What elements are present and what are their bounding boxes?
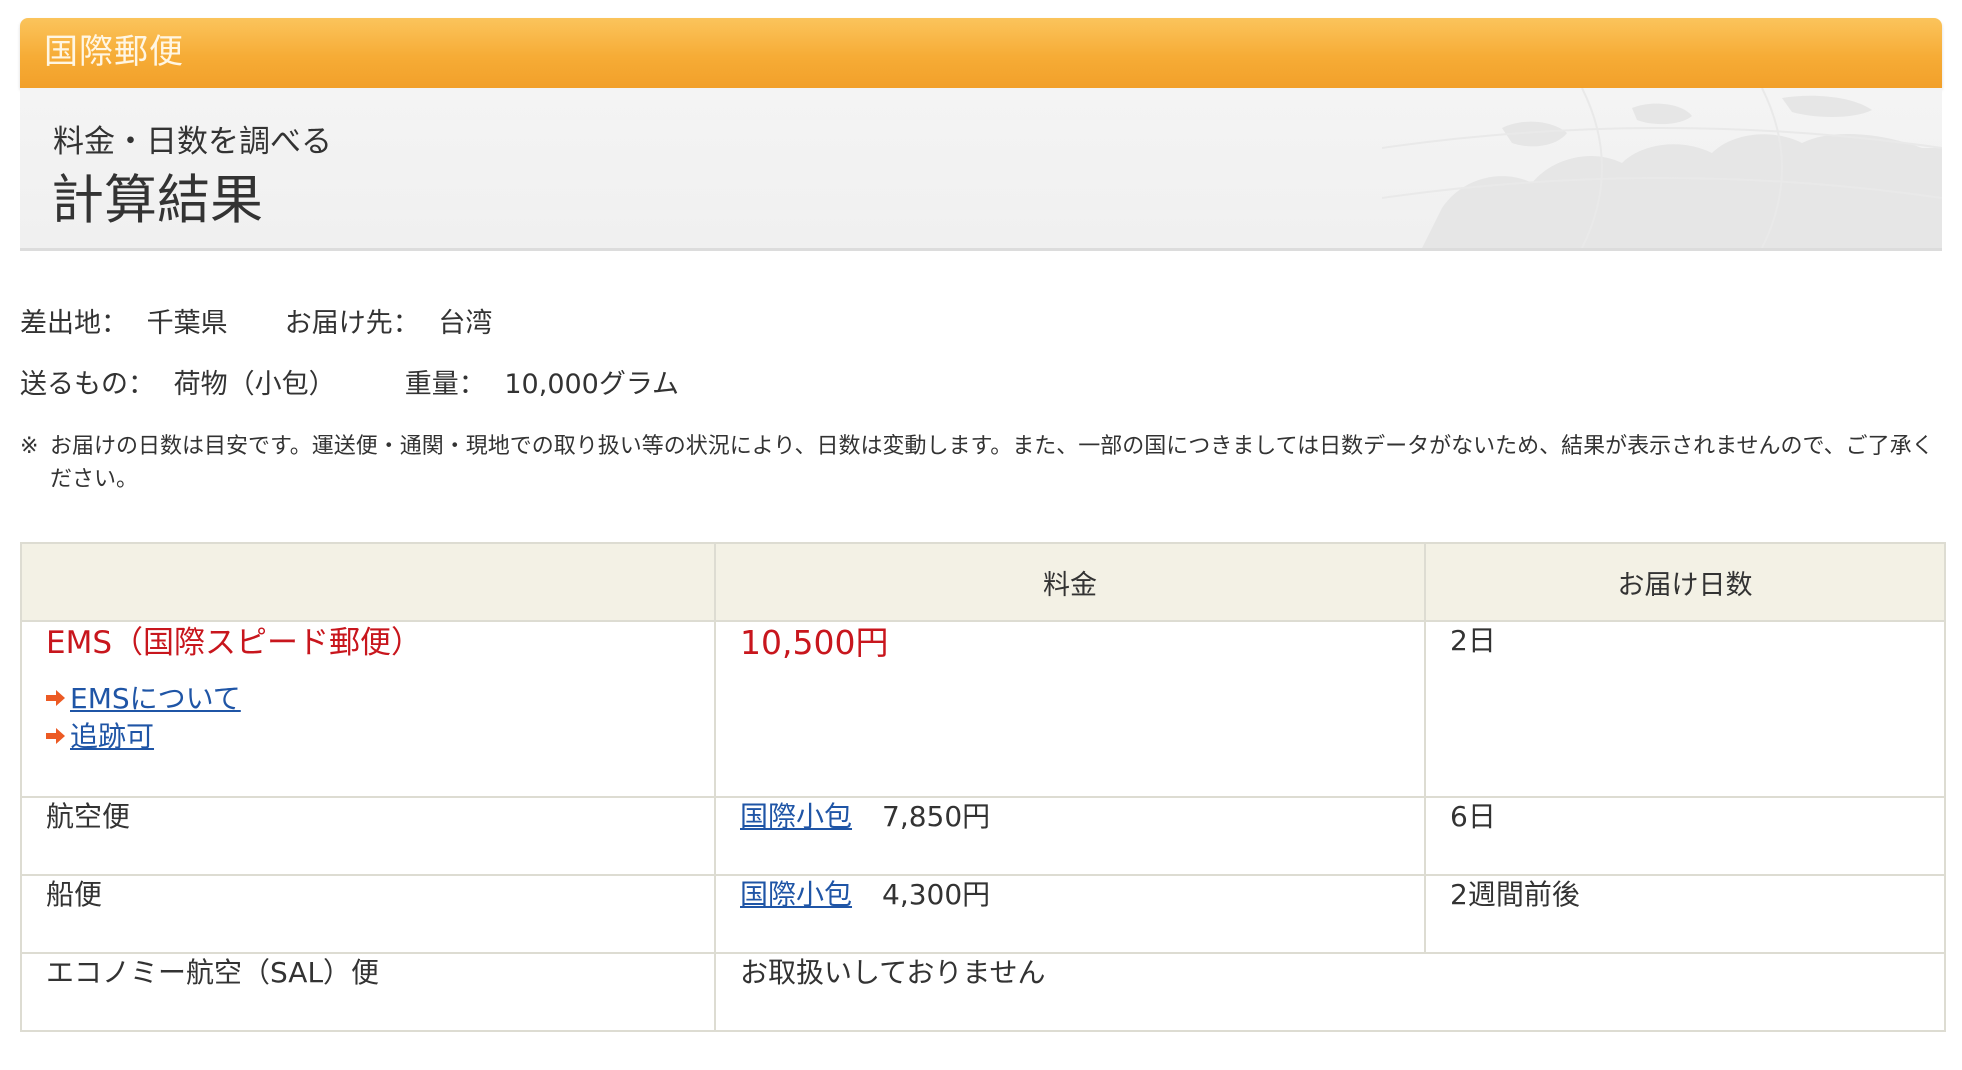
ems-fee-cell: 10,500円 (714, 620, 1426, 798)
table-row-airmail: 航空便 国際小包 7,850円 6日 (20, 796, 1946, 876)
destination-label: お届け先： (284, 308, 420, 339)
world-map-icon (1382, 88, 1942, 248)
ems-service-name: EMS（国際スピード郵便） (46, 625, 423, 661)
table-row-sal: エコノミー航空（SAL）便 お取扱いしておりません (20, 952, 1946, 1032)
ems-about-link[interactable]: EMSについて (70, 682, 241, 715)
item-value: 荷物（小包） (173, 369, 336, 400)
airmail-fee: 7,850円 (882, 800, 991, 833)
sal-service: エコノミー航空（SAL）便 (20, 952, 716, 1032)
section-title: 国際郵便 (44, 32, 184, 72)
notice-text: お届けの日数は目安です。運送便・通関・現地での取り扱い等の状況により、日数は変動… (50, 434, 1934, 492)
table-header-row: 料金 お届け日数 (20, 542, 1946, 622)
title-panel: 料金・日数を調べる 計算結果 (20, 88, 1942, 251)
origin-label: 差出地： (20, 308, 128, 339)
table-row-surface: 船便 国際小包 4,300円 2週間前後 (20, 874, 1946, 954)
surface-days: 2週間前後 (1424, 874, 1946, 954)
page-subtitle: 料金・日数を調べる (53, 124, 332, 160)
weight-label: 重量： (404, 369, 486, 400)
result-table: 料金 お届け日数 EMS（国際スピード郵便） EMSについて 追跡可 10,50… (20, 542, 1946, 1032)
origin-destination-line: 差出地： 千葉県 お届け先： 台湾 (20, 306, 492, 342)
table-header-fee: 料金 (714, 542, 1426, 622)
page-title: 計算結果 (51, 170, 263, 231)
airmail-fee-cell: 国際小包 7,850円 (714, 796, 1426, 876)
airmail-parcel-link[interactable]: 国際小包 (740, 800, 852, 833)
weight-value: 10,000グラム (504, 369, 680, 400)
ems-about-link-item: EMSについて (46, 680, 690, 718)
origin-value: 千葉県 (146, 308, 228, 339)
destination-value: 台湾 (438, 308, 493, 339)
notice-mark: ※ (20, 434, 39, 459)
ems-days: 2日 (1450, 624, 1496, 657)
surface-service: 船便 (20, 874, 716, 954)
table-header-days: お届け日数 (1424, 542, 1946, 622)
page: 国際郵便 料金・日数を調べる 計算結果 差出地： 千葉県 お届け先： 台湾 送る… (0, 0, 1962, 1070)
ems-tracking-link[interactable]: 追跡可 (70, 720, 154, 753)
airmail-service: 航空便 (20, 796, 716, 876)
delivery-notice: ※ お届けの日数は目安です。運送便・通関・現地での取り扱い等の状況により、日数は… (20, 430, 1945, 496)
ems-service-cell: EMS（国際スピード郵便） EMSについて 追跡可 (20, 620, 716, 798)
table-header-service (20, 542, 716, 622)
ems-fee: 10,500円 (740, 623, 889, 662)
sal-status: お取扱いしておりません (714, 952, 1946, 1032)
ems-days-cell: 2日 (1424, 620, 1946, 798)
section-header-bar: 国際郵便 (20, 18, 1942, 88)
surface-fee: 4,300円 (882, 878, 991, 911)
ems-tracking-link-item: 追跡可 (46, 718, 690, 756)
airmail-days: 6日 (1424, 796, 1946, 876)
arrow-right-icon (46, 728, 65, 744)
arrow-right-icon (46, 690, 65, 706)
surface-parcel-link[interactable]: 国際小包 (740, 878, 852, 911)
item-label: 送るもの： (20, 369, 155, 400)
surface-fee-cell: 国際小包 4,300円 (714, 874, 1426, 954)
item-weight-line: 送るもの： 荷物（小包） 重量： 10,000グラム (20, 367, 679, 403)
table-row-ems: EMS（国際スピード郵便） EMSについて 追跡可 10,500円 2日 (20, 620, 1946, 798)
